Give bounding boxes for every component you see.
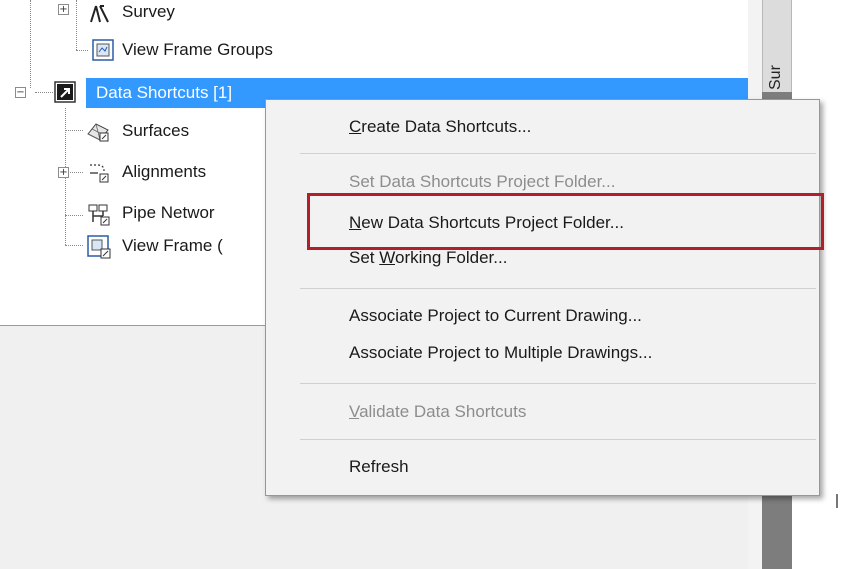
menu-separator [300,383,816,384]
menu-item-create-data-shortcuts[interactable]: Create Data Shortcuts... [349,113,531,141]
tree-line [65,215,83,216]
tree-item-pipe-networks-label[interactable]: Pipe Networ [122,203,215,223]
menu-item-associate-current-drawing[interactable]: Associate Project to Current Drawing... [349,302,642,330]
pipe-networks-icon [87,202,110,226]
tree-item-alignments-label[interactable]: Alignments [122,162,206,182]
menu-item-associate-multiple-drawings[interactable]: Associate Project to Multiple Drawings..… [349,339,652,367]
menu-item-validate-data-shortcuts[interactable]: Validate Data Shortcuts [349,398,526,426]
view-frame-groups-icon [92,39,114,61]
annotation-highlight-box [307,193,824,250]
survey-icon [88,2,110,24]
menu-item-create-data-shortcuts-label: reate Data Shortcuts... [361,117,532,136]
menu-separator [300,439,816,440]
mnemonic-v: V [349,402,360,421]
menu-item-set-working-folder-label-a: Set [349,248,380,267]
menu-separator [300,288,816,289]
tree-item-view-frame-label[interactable]: View Frame ( [122,236,223,256]
tree-item-surfaces-label[interactable]: Surfaces [122,121,189,141]
data-shortcuts-icon [54,81,76,103]
alignments-icon [88,161,110,183]
edge-marker [836,494,838,508]
palette-tab-label: Sur [767,65,784,90]
tree-line [30,0,31,88]
mnemonic-w: W [379,248,395,267]
surfaces-icon [86,120,109,142]
menu-item-refresh[interactable]: Refresh [349,453,409,481]
tree-line [35,92,53,93]
alignments-expander[interactable]: + [58,167,69,178]
tree-item-data-shortcuts-label[interactable]: Data Shortcuts [1] [96,83,232,103]
menu-item-validate-data-shortcuts-label: alidate Data Shortcuts [359,402,527,421]
mnemonic-c: C [349,117,362,136]
tree-line [76,0,77,50]
menu-separator [300,153,816,154]
menu-item-set-working-folder-label-b: orking Folder... [395,248,508,267]
tree-line [76,50,88,51]
tree-item-survey-label[interactable]: Survey [122,2,175,22]
tree-line [65,245,83,246]
tree-line [65,130,83,131]
tree-line [70,172,83,173]
palette-tab-survey[interactable]: Sur [762,0,792,92]
tree-item-view-frame-groups-label[interactable]: View Frame Groups [122,40,273,60]
context-menu: Create Data Shortcuts... Set Data Shortc… [265,99,820,496]
view-frame-icon [87,235,111,259]
menu-item-set-project-folder[interactable]: Set Data Shortcuts Project Folder... [349,168,615,196]
data-shortcuts-expander[interactable]: − [15,87,26,98]
survey-expander[interactable]: + [58,4,69,15]
